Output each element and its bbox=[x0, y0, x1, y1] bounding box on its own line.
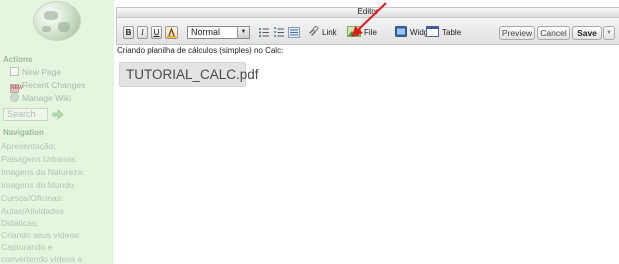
nav-link-convertendo[interactable]: convertendo vídeos e bbox=[1, 254, 82, 264]
actions-heading: Actions bbox=[3, 55, 33, 64]
nav-link-apresentacao[interactable]: Apresentação: bbox=[1, 141, 56, 152]
italic-button[interactable]: I bbox=[137, 26, 148, 39]
changes-icon: NEW bbox=[10, 84, 23, 93]
editor-toolbar: B I U Normal ▼ Link File Widget Table Pr… bbox=[116, 17, 619, 45]
preview-button[interactable]: Preview bbox=[499, 26, 535, 40]
save-button[interactable]: Save bbox=[572, 26, 602, 40]
file-label: File bbox=[364, 28, 377, 37]
table-label: Table bbox=[442, 28, 462, 37]
recent-changes-link[interactable]: NEWRecent Changes bbox=[10, 80, 86, 93]
page-icon bbox=[10, 67, 19, 76]
save-options-chevron-icon[interactable]: ▼ bbox=[603, 26, 615, 40]
underline-button[interactable]: U bbox=[151, 26, 162, 39]
editor-content-text[interactable]: Criando planilha de cálculos (simples) n… bbox=[117, 46, 283, 55]
format-select[interactable]: Normal ▼ bbox=[187, 26, 250, 39]
sidebar: Actions New Page NEWRecent Changes Manag… bbox=[0, 0, 114, 264]
bulleted-list-icon[interactable] bbox=[258, 27, 270, 38]
manage-icon bbox=[10, 93, 19, 102]
manage-wiki-label: Manage Wiki bbox=[22, 93, 72, 103]
manage-wiki-link[interactable]: Manage Wiki bbox=[10, 93, 71, 104]
cancel-button[interactable]: Cancel bbox=[537, 26, 570, 40]
nav-link-didaticas[interactable]: Didáticas: bbox=[1, 218, 38, 229]
wiki-logo[interactable] bbox=[33, 1, 81, 41]
search-input[interactable]: Search bbox=[3, 108, 48, 121]
text-color-icon bbox=[167, 27, 176, 38]
nav-link-mundo[interactable]: Imagens do Mundo: bbox=[1, 180, 76, 191]
numbered-list-icon[interactable] bbox=[273, 27, 285, 38]
pdf-attachment[interactable]: TUTORIAL_CALC.pdf bbox=[119, 62, 259, 87]
nav-link-capturando[interactable]: Capturando e bbox=[1, 242, 53, 253]
widget-icon bbox=[395, 26, 407, 37]
search-go-icon[interactable] bbox=[52, 109, 64, 120]
table-icon bbox=[426, 26, 439, 37]
nav-link-cursos[interactable]: Cursos/Oficinas: bbox=[1, 193, 63, 204]
nav-link-natureza[interactable]: Imagens da Natureza: bbox=[1, 167, 85, 178]
image-icon bbox=[347, 26, 361, 37]
nav-link-paisagens[interactable]: Paisagens Urbanas: bbox=[1, 154, 78, 165]
align-icon[interactable] bbox=[288, 27, 300, 38]
new-page-link[interactable]: New Page bbox=[10, 67, 61, 78]
bold-button[interactable]: B bbox=[123, 26, 134, 39]
editor-titlebar: Editor bbox=[116, 7, 619, 17]
nav-link-videos[interactable]: Criando seus vídeos: bbox=[1, 230, 81, 241]
nav-link-aulas[interactable]: Aulas/Atividades bbox=[1, 206, 64, 217]
format-select-value: Normal bbox=[191, 27, 221, 37]
link-icon bbox=[309, 26, 319, 36]
text-color-button[interactable] bbox=[165, 26, 178, 39]
editor-title: Editor bbox=[357, 7, 379, 16]
recent-changes-label: Recent Changes bbox=[22, 80, 86, 90]
new-page-label: New Page bbox=[22, 67, 62, 77]
navigation-heading: Navigation bbox=[3, 128, 44, 137]
file-button[interactable]: File bbox=[347, 26, 377, 39]
chevron-down-icon[interactable]: ▼ bbox=[237, 27, 249, 38]
link-button[interactable]: Link bbox=[308, 26, 337, 39]
link-label: Link bbox=[322, 28, 337, 37]
table-button[interactable]: Table bbox=[426, 26, 461, 39]
